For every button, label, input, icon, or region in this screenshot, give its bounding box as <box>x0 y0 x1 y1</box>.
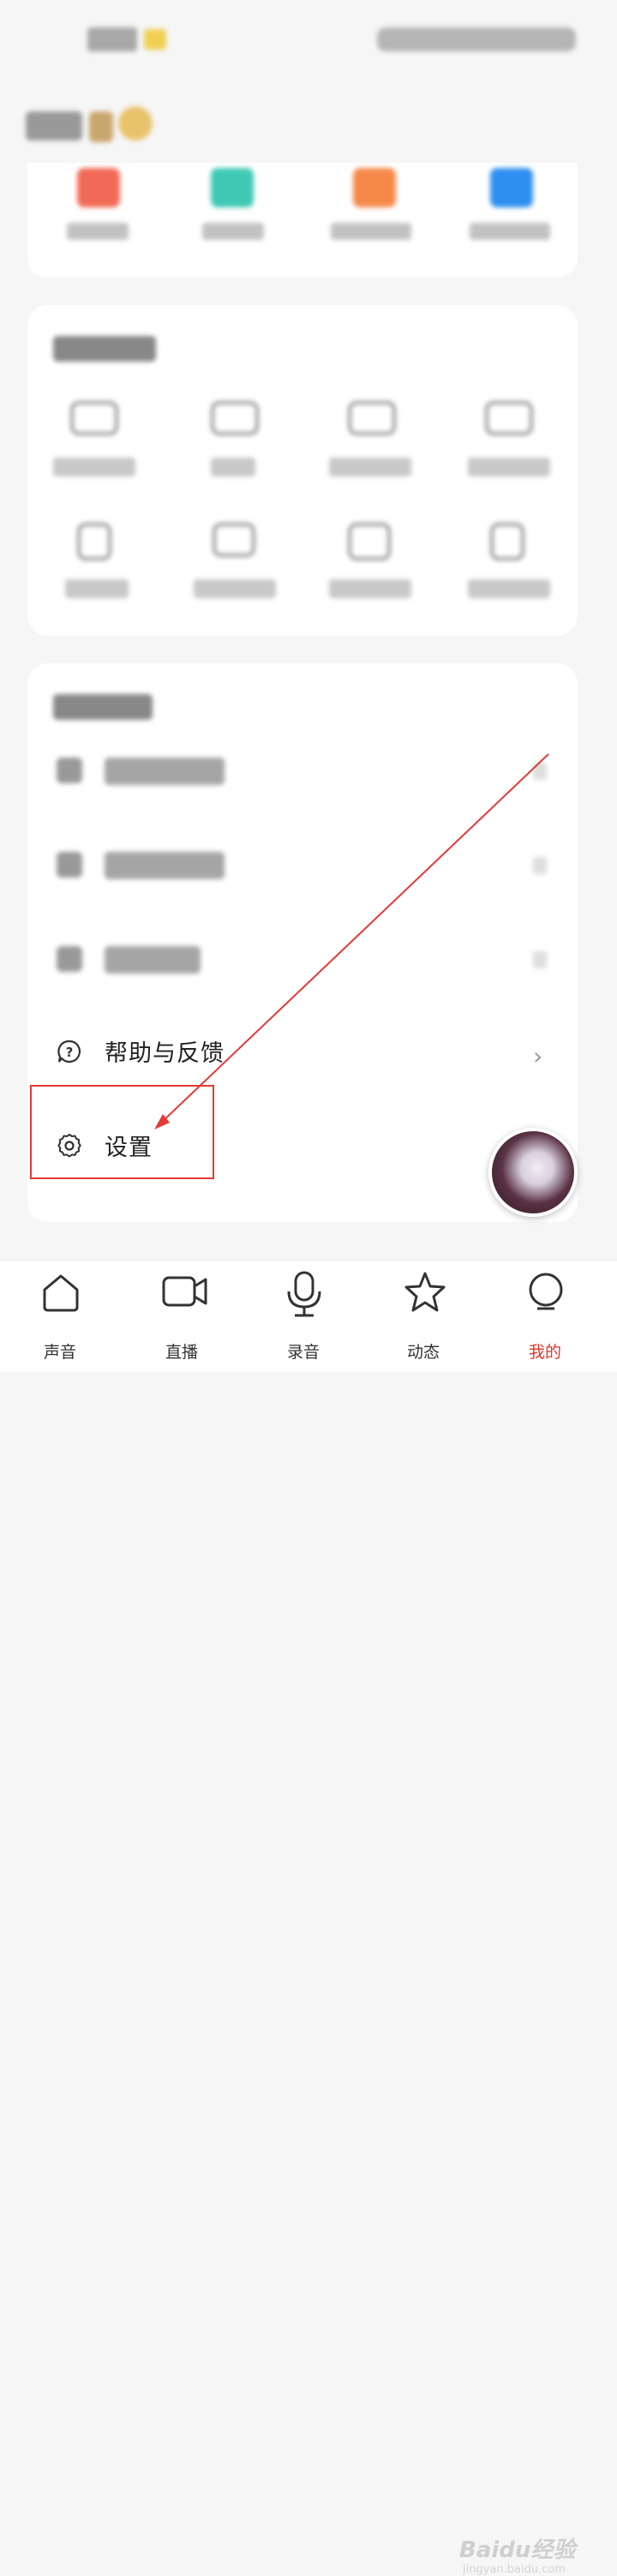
services-card <box>27 305 578 636</box>
list-item-label <box>105 946 201 973</box>
home-icon <box>43 1274 79 1312</box>
badge-icon <box>89 111 113 142</box>
svg-text:?: ? <box>66 1045 74 1060</box>
shortcut-label-1 <box>67 223 129 240</box>
shortcut-icon-3[interactable] <box>353 168 396 207</box>
chevron-right-icon: › <box>533 1042 543 1070</box>
tab-label: 声音 <box>43 1343 76 1362</box>
section-title <box>53 336 156 362</box>
help-icon: ? <box>57 1039 81 1063</box>
shortcut-icon-1[interactable] <box>77 168 120 207</box>
shortcut-card <box>27 163 578 278</box>
shortcut-label-2 <box>202 223 264 240</box>
tab-live[interactable]: 直播 <box>130 1261 233 1372</box>
chevron-right-icon <box>533 857 547 874</box>
floating-player-avatar[interactable] <box>488 1128 578 1217</box>
tab-label: 动态 <box>406 1343 440 1362</box>
chevron-right-icon <box>533 763 547 780</box>
grid-icon-8[interactable] <box>490 523 524 560</box>
shortcut-icon-4[interactable] <box>490 168 533 207</box>
grid-label-8 <box>468 579 550 598</box>
list-item-3[interactable] <box>27 914 578 1008</box>
highlight-box <box>30 1085 214 1179</box>
grid-label-5 <box>65 579 129 598</box>
microphone-icon <box>287 1271 321 1317</box>
list-item-label <box>105 852 225 879</box>
grid-icon-4[interactable] <box>485 401 533 435</box>
profile-icon <box>529 1273 563 1310</box>
list-item-icon <box>57 946 82 972</box>
grid-label-7 <box>329 579 411 598</box>
notification-icon <box>144 29 166 50</box>
tab-label: 我的 <box>528 1343 561 1362</box>
shortcut-icon-2[interactable] <box>211 168 254 207</box>
section-title-2 <box>53 694 153 720</box>
grid-icon-1[interactable] <box>70 401 118 435</box>
tab-record[interactable]: 录音 <box>252 1261 355 1372</box>
grid-icon-7[interactable] <box>348 523 391 560</box>
list-item-icon <box>57 852 82 878</box>
tab-mine[interactable]: 我的 <box>494 1261 596 1372</box>
grid-label-1 <box>53 458 135 476</box>
grid-label-3 <box>329 458 411 476</box>
tab-sound[interactable]: 声音 <box>9 1261 111 1372</box>
star-icon <box>404 1272 446 1312</box>
grid-label-4 <box>468 458 550 476</box>
status-icons <box>377 27 576 51</box>
status-bar <box>0 0 617 86</box>
list-item-label <box>105 758 225 785</box>
coin-icon <box>118 106 153 141</box>
shortcut-label-4 <box>470 223 550 240</box>
grid-label-6 <box>194 579 276 598</box>
grid-icon-3[interactable] <box>348 401 396 435</box>
chevron-right-icon <box>533 951 547 968</box>
bottom-tab-bar: 声音 直播 录音 动态 我的 Baidu经验 jingyan.baidu.com <box>0 1260 617 2576</box>
grid-label-2 <box>211 458 255 476</box>
list-item-icon <box>57 758 82 783</box>
grid-icon-5[interactable] <box>77 523 111 560</box>
video-camera-icon <box>162 1276 207 1307</box>
status-time <box>87 27 137 51</box>
grid-icon-2[interactable] <box>211 401 259 435</box>
tab-label: 录音 <box>286 1343 320 1362</box>
list-item-2[interactable] <box>27 819 578 914</box>
tab-feed[interactable]: 动态 <box>372 1261 475 1372</box>
tab-label: 直播 <box>165 1343 198 1362</box>
watermark-url: jingyan.baidu.com <box>463 2563 566 2576</box>
shortcut-label-3 <box>331 223 411 240</box>
help-feedback-label: 帮助与反馈 <box>105 1040 225 1067</box>
list-item-1[interactable] <box>27 725 578 819</box>
watermark-brand: Baidu经验 <box>459 2537 576 2563</box>
user-name <box>26 111 82 141</box>
grid-icon-6[interactable] <box>213 523 255 557</box>
